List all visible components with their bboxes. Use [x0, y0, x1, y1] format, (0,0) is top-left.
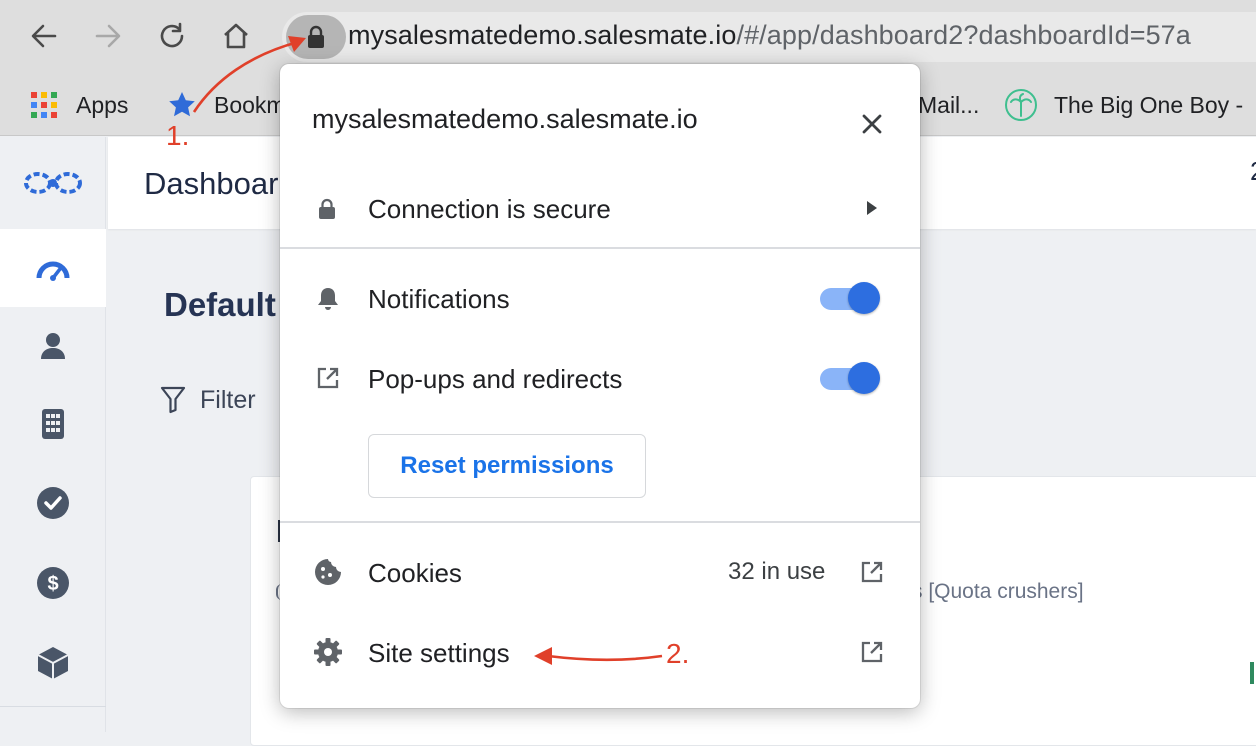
cookies-row[interactable]: Cookies 32 in use [280, 534, 920, 612]
calculator-icon [42, 409, 64, 439]
annotation-step-1: 1. [166, 120, 190, 151]
bookmark-mail[interactable]: Mail... [918, 86, 979, 124]
connection-label: Connection is secure [368, 194, 611, 224]
popups-label: Pop-ups and redirects [368, 364, 623, 394]
lock-icon [308, 25, 324, 48]
toggle-knob [848, 282, 880, 314]
sidebar-item-tasks[interactable] [0, 464, 106, 542]
connection-row[interactable]: Connection is secure [280, 172, 920, 246]
bookmark-big-one-boy[interactable]: The Big One Boy - [1004, 86, 1243, 124]
bookmark-star-icon [169, 92, 195, 117]
url-path: /#/app/dashboard2?dashboardId=57a [736, 20, 1191, 50]
bookmark-label: Apps [76, 91, 129, 118]
deals-dollar-icon: $ [37, 567, 69, 599]
external-link-icon [317, 367, 339, 389]
sidebar-item-calculator[interactable] [0, 385, 106, 463]
palm-tree-icon [1005, 89, 1037, 121]
bookmark-label: The Big One Boy - [1054, 91, 1244, 118]
lock-icon [319, 198, 335, 219]
bookmark-bookmarks[interactable]: Bookm [168, 86, 286, 124]
annotation-step-2: 2. [666, 638, 690, 669]
dashboard-name: Default [164, 286, 276, 323]
sidebar-item-deals[interactable]: $ [0, 544, 106, 622]
logo-icon [24, 172, 82, 194]
reset-permissions-button[interactable]: Reset permissions [368, 434, 646, 498]
sidebar-item-dashboard[interactable] [0, 229, 106, 307]
app-header-title: Dashboar [144, 166, 279, 201]
notifications-toggle[interactable] [820, 282, 880, 314]
arrow-left-icon [31, 24, 57, 48]
reload-button[interactable] [150, 14, 194, 58]
popups-toggle[interactable] [820, 362, 880, 394]
products-cube-icon [37, 647, 69, 679]
bookmark-label: Bookm [214, 91, 286, 118]
home-button[interactable] [214, 14, 258, 58]
dashboard-speedometer-icon [36, 261, 70, 281]
app-logo[interactable] [0, 144, 106, 222]
site-info-button[interactable] [286, 15, 346, 59]
sidebar-item-products[interactable] [0, 624, 106, 702]
apps-grid-icon [31, 92, 57, 118]
site-settings-row[interactable]: Site settings [280, 616, 920, 690]
cookies-label: Cookies [368, 558, 462, 588]
site-settings-label: Site settings [368, 638, 510, 668]
contacts-person-icon [41, 333, 65, 359]
forward-button[interactable] [86, 14, 130, 58]
bookmark-apps[interactable]: Apps [30, 86, 128, 124]
close-icon [862, 114, 882, 134]
arrow-right-icon [95, 24, 121, 48]
back-button[interactable] [22, 14, 66, 58]
notifications-label: Notifications [368, 284, 510, 314]
tasks-check-icon [37, 487, 69, 519]
popup-close-button[interactable] [854, 106, 890, 142]
popup-title: mysalesmatedemo.salesmate.io [312, 104, 698, 134]
external-link-icon [861, 561, 883, 583]
url-text[interactable]: mysalesmatedemo.salesmate.io/#/app/dashb… [348, 20, 1191, 51]
filter-button[interactable]: Filter [160, 382, 256, 418]
filter-funnel-icon [160, 386, 186, 414]
reload-icon [160, 22, 184, 48]
header-right-text: 2 [1250, 156, 1256, 187]
site-info-popup: mysalesmatedemo.salesmate.io Connection … [280, 64, 920, 708]
svg-text:$: $ [47, 573, 58, 595]
external-link-icon [861, 641, 883, 663]
card-edge-mark [1250, 662, 1254, 684]
chevron-right-icon [867, 201, 877, 215]
home-icon [224, 23, 248, 49]
divider [280, 247, 920, 249]
bookmark-label: Mail... [918, 91, 980, 118]
toggle-knob [848, 362, 880, 394]
widget-subtitle: s [Quota crushers] [912, 580, 1084, 603]
gear-icon [314, 638, 342, 666]
sidebar-divider [0, 706, 106, 707]
filter-label: Filter [200, 385, 256, 414]
cookies-count: 32 in use [728, 558, 826, 585]
bell-icon [318, 288, 338, 310]
sidebar-item-contacts[interactable] [0, 307, 106, 385]
url-host: mysalesmatedemo.salesmate.io [348, 20, 737, 50]
cookie-icon [315, 559, 341, 585]
divider [280, 521, 920, 523]
